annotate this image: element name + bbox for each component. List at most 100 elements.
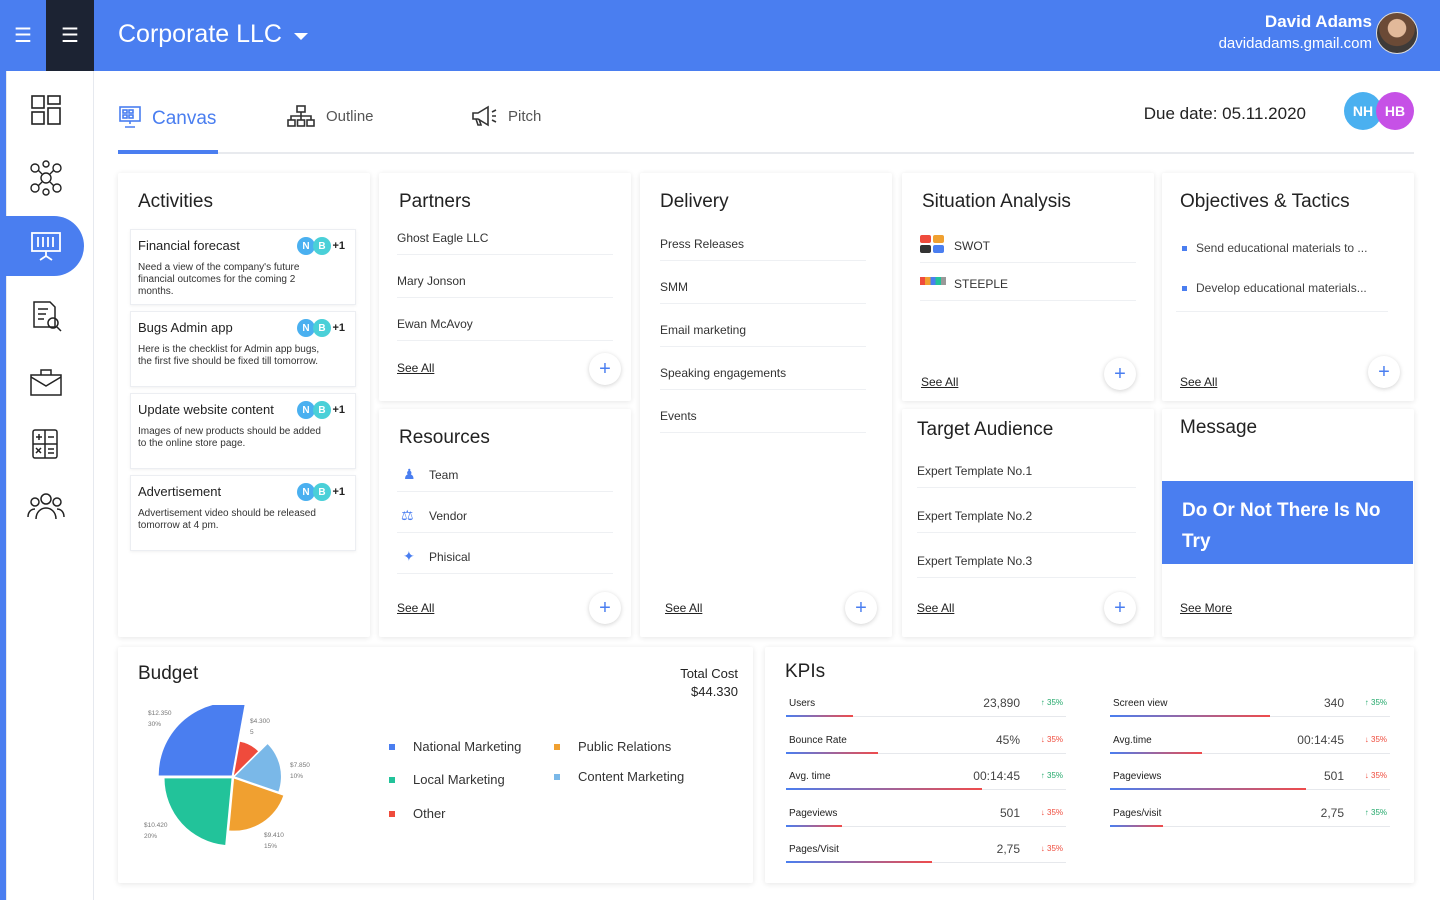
objective-item[interactable]: Develop educational materials... — [1182, 281, 1388, 295]
activity-item[interactable]: Advertisement N B +1 Advertisement video… — [130, 475, 356, 551]
activity-item[interactable]: Bugs Admin app N B +1 Here is the checkl… — [130, 311, 356, 387]
delivery-item[interactable]: SMM — [660, 280, 866, 304]
activity-title: Advertisement — [138, 484, 222, 499]
top-bar: ☰ ☰ Corporate LLC David Adams davidadams… — [0, 0, 1440, 71]
total-cost: Total Cost $44.330 — [680, 665, 738, 701]
target-see-all-link[interactable]: See All — [917, 601, 954, 615]
partner-item[interactable]: Ewan McAvoy — [397, 317, 613, 341]
briefcase-mail-icon[interactable] — [22, 358, 70, 406]
kpi-progress — [1110, 715, 1270, 717]
kpi-row: Pageviews 501 ↓ 35% — [786, 804, 1066, 834]
tab-pitch-label: Pitch — [508, 107, 542, 125]
extra-assignees: +1 — [332, 486, 345, 498]
situation-item[interactable]: STEEPLE — [920, 277, 1136, 301]
kpi-value: 45% — [995, 732, 1020, 747]
bullet-icon — [1182, 245, 1187, 251]
target-title: Target Audience — [917, 419, 1054, 440]
delivery-item[interactable]: Email marketing — [660, 323, 866, 347]
kpi-progress — [1110, 824, 1164, 827]
steeple-bar-icon — [920, 277, 946, 285]
kpi-value: 2,75 — [996, 842, 1020, 856]
extra-assignees: +1 — [332, 404, 345, 416]
delivery-item[interactable]: Events — [660, 409, 866, 433]
presentation-board-icon[interactable] — [22, 222, 70, 270]
resource-item[interactable]: ✦ Phisical — [397, 548, 613, 574]
tab-outline[interactable]: Outline — [286, 104, 374, 128]
resource-item[interactable]: ♟ Team — [397, 466, 613, 492]
add-situation-button[interactable]: + — [1104, 358, 1136, 390]
tab-canvas[interactable]: Canvas — [118, 104, 216, 130]
user-avatar[interactable] — [1376, 12, 1418, 54]
company-selector[interactable]: Corporate LLC — [118, 20, 308, 49]
kpi-progress — [1110, 751, 1203, 754]
kpi-value: 00:14:45 — [1297, 732, 1344, 747]
pie-label: $9.410 — [264, 832, 284, 839]
team-network-icon[interactable] — [22, 154, 70, 202]
pie-label: $10.420 — [144, 822, 168, 829]
add-objective-button[interactable]: + — [1368, 356, 1400, 388]
due-date: Due date: 05.11.2020 — [1143, 104, 1306, 123]
activity-item[interactable]: Financial forecast N B +1 Need a view of… — [130, 229, 356, 305]
tab-active-underline — [118, 150, 218, 154]
assignee-avatar: B — [313, 237, 331, 255]
kpi-label: Bounce Rate — [789, 734, 847, 746]
kpi-value: 23,890 — [983, 696, 1020, 710]
resources-see-all-link[interactable]: See All — [397, 601, 434, 615]
add-partner-button[interactable]: + — [589, 353, 621, 385]
kpi-value: 340 — [1323, 696, 1344, 710]
hamburger-menu-icon[interactable]: ☰ — [46, 0, 94, 71]
kpi-label: Pages/visit — [1113, 807, 1162, 819]
user-info[interactable]: David Adams davidadams.gmail.com — [1219, 11, 1372, 55]
delivery-item[interactable]: Press Releases — [660, 237, 866, 261]
message-see-more-link[interactable]: See More — [1180, 601, 1232, 615]
pie-slice — [158, 705, 245, 776]
partner-item[interactable]: Ghost Eagle LLC — [397, 231, 613, 255]
add-resource-button[interactable]: + — [589, 592, 621, 624]
target-item[interactable]: Expert Template No.2 — [917, 509, 1136, 533]
kpi-row: Bounce Rate 45% ↓ 35% — [786, 731, 1066, 761]
bullet-icon — [1182, 285, 1187, 291]
objective-item[interactable]: Send educational materials to ... — [1182, 241, 1388, 255]
add-delivery-button[interactable]: + — [845, 592, 877, 624]
menu-icon[interactable]: ☰ — [0, 0, 46, 71]
people-group-icon[interactable] — [22, 482, 70, 530]
kpi-change: ↑ 35% — [1040, 698, 1063, 707]
tab-outline-label: Outline — [326, 107, 374, 125]
vendor-icon: ⚖ — [401, 507, 414, 523]
resource-label: Team — [429, 468, 459, 482]
calculator-icon[interactable] — [22, 420, 70, 468]
kpi-progress — [786, 715, 854, 717]
objectives-see-all-link[interactable]: See All — [1180, 375, 1217, 389]
megaphone-icon — [472, 105, 497, 127]
situation-label: STEEPLE — [954, 277, 1009, 291]
situation-see-all-link[interactable]: See All — [921, 375, 958, 389]
presentation-icon — [119, 106, 141, 128]
kpi-row: Avg. time 00:14:45 ↑ 35% — [786, 767, 1066, 797]
total-cost-label: Total Cost — [680, 666, 738, 681]
resource-item[interactable]: ⚖ Vendor — [397, 507, 613, 533]
add-target-button[interactable]: + — [1104, 592, 1136, 624]
activity-item[interactable]: Update website content N B +1 Images of … — [130, 393, 356, 469]
kpi-change: ↓ 35% — [1364, 771, 1387, 780]
tab-pitch[interactable]: Pitch — [470, 104, 541, 128]
company-name: Corporate LLC — [118, 20, 282, 48]
target-item[interactable]: Expert Template No.3 — [917, 554, 1136, 578]
delivery-item[interactable]: Speaking engagements — [660, 366, 866, 390]
objectives-card: Objectives & Tactics Send educational ma… — [1162, 173, 1414, 401]
kpi-progress — [786, 751, 879, 754]
partners-see-all-link[interactable]: See All — [397, 361, 434, 375]
kpi-row: Users 23,890 ↑ 35% — [786, 694, 1066, 724]
situation-item[interactable]: SWOT — [920, 235, 1136, 263]
document-money-icon[interactable] — [22, 292, 70, 340]
user-email: davidadams.gmail.com — [1218, 35, 1372, 52]
target-item[interactable]: Expert Template No.1 — [917, 464, 1136, 488]
pie-label: $4.300 — [250, 718, 270, 725]
objective-label: Develop educational materials... — [1196, 281, 1367, 295]
kpi-progress — [786, 861, 932, 863]
legend-item: National Marketing — [389, 739, 521, 754]
kpis-title: KPIs — [785, 661, 826, 682]
delivery-see-all-link[interactable]: See All — [665, 601, 702, 615]
collaborator-avatar-hb[interactable]: HB — [1376, 92, 1414, 130]
partner-item[interactable]: Mary Jonson — [397, 274, 613, 298]
dashboard-grid-icon[interactable] — [22, 86, 70, 134]
